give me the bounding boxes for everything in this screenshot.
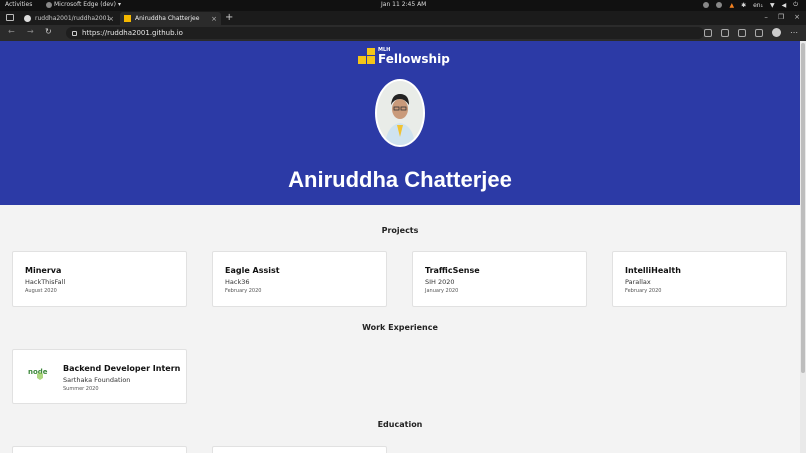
minimize-icon[interactable]: – (764, 13, 768, 21)
edge-icon (46, 1, 52, 8)
toolbar-icons: ⋯ (704, 28, 798, 37)
system-tray[interactable]: ▲ ✱ en₁ ▼ ◀ ⏻ (703, 1, 798, 9)
tab-github[interactable]: ruddha2001/ruddha2001 × (20, 12, 118, 25)
work-org: Sarthaka Foundation (63, 376, 131, 384)
language-indicator[interactable]: en₁ (753, 2, 763, 9)
tab-actions-icon[interactable] (6, 14, 14, 21)
power-icon[interactable]: ⏻ (793, 1, 798, 9)
volume-icon[interactable]: ◀ (782, 2, 787, 9)
section-title-work: Work Experience (362, 323, 438, 332)
education-card[interactable] (212, 446, 387, 453)
profile-avatar[interactable] (772, 28, 781, 37)
project-event: HackThisFall (25, 278, 66, 286)
project-title: TrafficSense (425, 266, 480, 275)
chevron-down-icon: ▾ (117, 1, 121, 8)
more-icon[interactable]: ⋯ (790, 28, 798, 37)
project-card[interactable]: Minerva HackThisFall August 2020 (12, 251, 187, 307)
maximize-icon[interactable]: ❐ (778, 13, 784, 21)
work-card[interactable]: node Backend Developer Intern Sarthaka F… (12, 349, 187, 404)
mlh-fellowship-logo[interactable]: MLH Fellowship (358, 48, 450, 65)
clock[interactable]: Jan 11 2:45 AM (381, 1, 426, 8)
vlc-icon[interactable]: ▲ (729, 2, 734, 9)
close-icon[interactable]: × (108, 15, 114, 23)
section-title-projects: Projects (381, 226, 419, 235)
mlh-logo-icon (358, 48, 375, 65)
logo-big-text: Fellowship (378, 52, 450, 66)
project-title: IntelliHealth (625, 266, 681, 275)
app-menu[interactable]: Microsoft Edge (dev) ▾ (46, 1, 121, 8)
tab-label: ruddha2001/ruddha2001 (35, 15, 111, 22)
collections-icon[interactable] (738, 28, 746, 37)
address-bar[interactable]: https://ruddha2001.github.io (66, 27, 704, 39)
project-date: August 2020 (25, 288, 57, 294)
project-event: SIH 2020 (425, 278, 455, 286)
app-name: Microsoft Edge (dev) (54, 1, 116, 8)
lock-icon[interactable] (72, 30, 77, 36)
profile-name: Aniruddha Chatterjee (288, 167, 512, 192)
extensions-icon[interactable] (755, 28, 763, 37)
window-controls: – ❐ × (764, 13, 800, 21)
page-content: MLH Fellowship Aniruddha Chatterjee Proj… (0, 41, 800, 453)
project-title: Minerva (25, 266, 62, 275)
project-card[interactable]: TrafficSense SIH 2020 January 2020 (412, 251, 587, 307)
github-icon (24, 15, 31, 22)
scrollbar-thumb[interactable] (801, 43, 805, 373)
tab-strip: ruddha2001/ruddha2001 × Aniruddha Chatte… (0, 11, 806, 25)
work-title: Backend Developer Intern (63, 364, 181, 373)
project-date: February 2020 (225, 288, 262, 294)
hero-banner: MLH Fellowship Aniruddha Chatterjee (0, 41, 800, 205)
refresh-icon[interactable]: ↻ (45, 27, 52, 36)
education-card[interactable] (12, 446, 187, 453)
address-toolbar: ← → ↻ https://ruddha2001.github.io ⋯ (0, 25, 806, 41)
close-window-icon[interactable]: × (794, 13, 800, 21)
project-date: January 2020 (425, 288, 459, 294)
project-event: Parallax (625, 278, 651, 286)
nodejs-logo-icon: node (28, 368, 48, 380)
tab-label: Aniruddha Chatterjee (135, 15, 200, 22)
bluetooth-icon[interactable]: ✱ (741, 2, 746, 9)
project-card[interactable]: IntelliHealth Parallax February 2020 (612, 251, 787, 307)
profile-photo (375, 79, 425, 147)
work-date: Summer 2020 (63, 386, 99, 392)
new-tab-button[interactable]: + (225, 12, 233, 23)
project-date: February 2020 (625, 288, 662, 294)
project-card[interactable]: Eagle Assist Hack36 February 2020 (212, 251, 387, 307)
read-aloud-icon[interactable] (704, 28, 712, 37)
section-title-education: Education (377, 420, 423, 429)
back-icon[interactable]: ← (8, 27, 15, 36)
system-top-bar: Activities Microsoft Edge (dev) ▾ Jan 11… (0, 0, 806, 11)
mlh-icon (124, 15, 131, 22)
project-title: Eagle Assist (225, 266, 280, 275)
favorites-icon[interactable] (721, 28, 729, 37)
activities-button[interactable]: Activities (5, 1, 32, 8)
shield-icon[interactable] (716, 2, 723, 8)
wifi-icon[interactable]: ▼ (770, 2, 775, 9)
tab-portfolio[interactable]: Aniruddha Chatterjee × (120, 12, 221, 25)
forward-icon[interactable]: → (27, 27, 34, 36)
close-icon[interactable]: × (211, 15, 217, 23)
project-event: Hack36 (225, 278, 250, 286)
url-text[interactable]: https://ruddha2001.github.io (82, 29, 183, 37)
discord-icon[interactable] (703, 2, 710, 8)
